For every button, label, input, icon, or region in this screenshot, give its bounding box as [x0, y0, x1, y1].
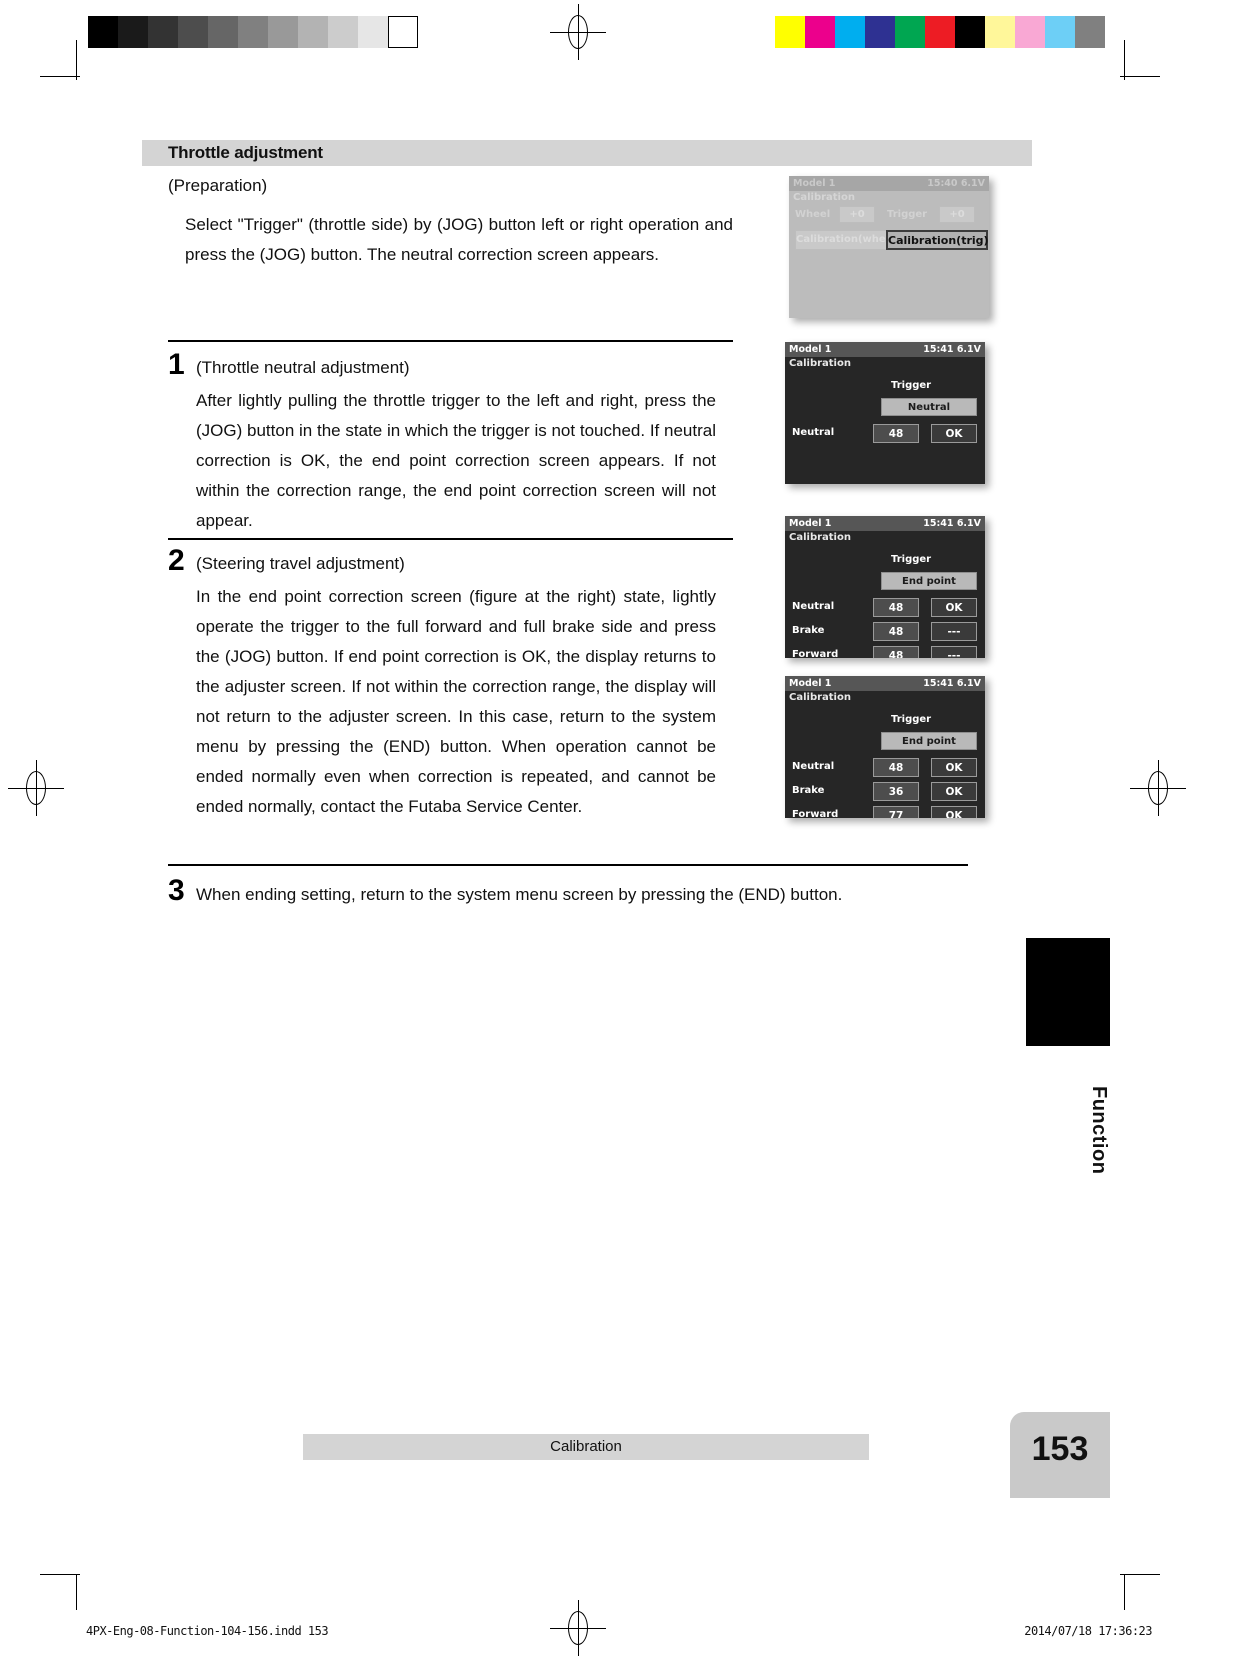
- crop-mark-bottom-left: [40, 1570, 80, 1610]
- screen3-titlebar: Model 1 15:41 6.1V: [785, 516, 985, 531]
- screen2-row-neutral-label: Neutral: [792, 427, 835, 438]
- screen4-row-brake-value[interactable]: 36: [873, 782, 919, 801]
- screen4-row-neutral: Neutral 48 OK: [785, 758, 985, 780]
- device-screen-trigger-neutral: Model 1 15:41 6.1V Calibration Trigger N…: [785, 342, 985, 484]
- footer-band: Calibration: [303, 1434, 869, 1460]
- screen4-subtitle: Calibration: [789, 692, 851, 703]
- divider-step-2: [168, 538, 733, 540]
- screen1-model: Model 1: [793, 178, 836, 189]
- screen3-row-forward-value[interactable]: 48: [873, 646, 919, 658]
- crop-mark-top-left: [40, 40, 80, 80]
- side-tab-marker: [1026, 938, 1110, 1046]
- step-1-subtitle: (Throttle neutral adjustment): [196, 358, 410, 377]
- screen2-status: 15:41 6.1V: [923, 344, 981, 355]
- step-1-body: After lightly pulling the throttle trigg…: [196, 391, 716, 530]
- step-3-number: 3: [168, 874, 185, 907]
- screen4-channel: Trigger: [891, 714, 932, 725]
- print-timestamp: 2014/07/18 17:36:23: [1024, 1624, 1152, 1638]
- step-2-number: 2: [168, 544, 185, 577]
- step-1-number: 1: [168, 348, 185, 381]
- step-2-subtitle: (Steering travel adjustment): [196, 554, 405, 573]
- divider-step-3: [168, 864, 968, 866]
- screen3-channel: Trigger: [891, 554, 932, 565]
- device-screen-trigger-endpoint-pending: Model 1 15:41 6.1V Calibration Trigger E…: [785, 516, 985, 658]
- step-2-body: In the end point correction screen (figu…: [196, 587, 716, 816]
- screen1-titlebar: Model 1 15:40 6.1V: [789, 176, 989, 191]
- screen1-menu-calibration-trigger[interactable]: Calibration(trig): [886, 230, 989, 250]
- screen4-row-neutral-value[interactable]: 48: [873, 758, 919, 777]
- registration-target-left: [8, 760, 64, 816]
- screen4-row-forward: Forward 77 OK: [785, 806, 985, 818]
- screen4-row-brake: Brake 36 OK: [785, 782, 985, 804]
- screen3-mode-button[interactable]: End point: [881, 572, 977, 590]
- screen4-row-forward-state[interactable]: OK: [931, 806, 977, 818]
- screen2-channel: Trigger: [891, 380, 932, 391]
- side-tab-label: Function: [1088, 1085, 1110, 1175]
- screen3-row-brake-label: Brake: [792, 625, 825, 636]
- screen4-row-brake-state[interactable]: OK: [931, 782, 977, 801]
- crop-mark-top-right: [1120, 40, 1160, 80]
- screen2-row-neutral-value[interactable]: 48: [873, 424, 919, 443]
- screen4-mode-button[interactable]: End point: [881, 732, 977, 750]
- screen1-field-trigger-value[interactable]: +0: [939, 206, 975, 223]
- screen2-model: Model 1: [789, 344, 832, 355]
- section-title: Throttle adjustment: [142, 140, 1032, 166]
- process-color-calibration-bar: [775, 16, 1105, 48]
- screen2-titlebar: Model 1 15:41 6.1V: [785, 342, 985, 357]
- screen3-status: 15:41 6.1V: [923, 518, 981, 529]
- screen4-model: Model 1: [789, 678, 832, 689]
- screen3-row-forward: Forward 48 ---: [785, 646, 985, 658]
- screen3-row-brake-state[interactable]: ---: [931, 622, 977, 641]
- screen3-row-forward-state[interactable]: ---: [931, 646, 977, 658]
- screen4-row-neutral-label: Neutral: [792, 761, 835, 772]
- screen1-field-wheel-value[interactable]: +0: [839, 206, 875, 223]
- screen3-model: Model 1: [789, 518, 832, 529]
- page-number: 153: [1031, 1430, 1089, 1468]
- screen1-subtitle: Calibration: [793, 192, 855, 203]
- step-3-body: When ending setting, return to the syste…: [196, 885, 843, 904]
- screen4-row-forward-label: Forward: [792, 809, 839, 818]
- screen1-field-wheel-label: Wheel: [795, 209, 831, 220]
- screen1-status: 15:40 6.1V: [927, 178, 985, 189]
- registration-target-top: [550, 4, 606, 60]
- device-screen-calibration-menu: Model 1 15:40 6.1V Calibration Wheel +0 …: [789, 176, 989, 318]
- screen2-row-neutral-state[interactable]: OK: [931, 424, 977, 443]
- screen4-status: 15:41 6.1V: [923, 678, 981, 689]
- device-screen-trigger-endpoint-done: Model 1 15:41 6.1V Calibration Trigger E…: [785, 676, 985, 818]
- registration-target-right: [1130, 760, 1186, 816]
- screen3-row-neutral-value[interactable]: 48: [873, 598, 919, 617]
- screen3-row-brake: Brake 48 ---: [785, 622, 985, 644]
- preparation-label: (Preparation): [168, 176, 268, 195]
- screen2-mode-button[interactable]: Neutral: [881, 398, 977, 416]
- screen4-row-forward-value[interactable]: 77: [873, 806, 919, 818]
- screen1-menu-calibration-wheel[interactable]: Calibration(wheel): [795, 230, 900, 250]
- registration-target-bottom: [550, 1600, 606, 1656]
- grayscale-calibration-bar: [88, 16, 418, 48]
- preparation-body: Select "Trigger" (throttle side) by (JOG…: [185, 215, 733, 264]
- screen1-field-trigger-label: Trigger: [887, 209, 928, 220]
- screen3-subtitle: Calibration: [789, 532, 851, 543]
- screen3-row-brake-value[interactable]: 48: [873, 622, 919, 641]
- screen3-row-neutral-state[interactable]: OK: [931, 598, 977, 617]
- screen2-subtitle: Calibration: [789, 358, 851, 369]
- manual-page: Throttle adjustment (Preparation) Select…: [0, 0, 1238, 1662]
- screen3-row-forward-label: Forward: [792, 649, 839, 658]
- screen2-row-neutral: Neutral 48 OK: [785, 424, 985, 446]
- screen3-row-neutral: Neutral 48 OK: [785, 598, 985, 620]
- divider-step-1: [168, 340, 733, 342]
- print-filename: 4PX-Eng-08-Function-104-156.indd 153: [86, 1624, 329, 1638]
- screen3-row-neutral-label: Neutral: [792, 601, 835, 612]
- screen4-row-brake-label: Brake: [792, 785, 825, 796]
- crop-mark-bottom-right: [1120, 1570, 1160, 1610]
- screen4-row-neutral-state[interactable]: OK: [931, 758, 977, 777]
- screen4-titlebar: Model 1 15:41 6.1V: [785, 676, 985, 691]
